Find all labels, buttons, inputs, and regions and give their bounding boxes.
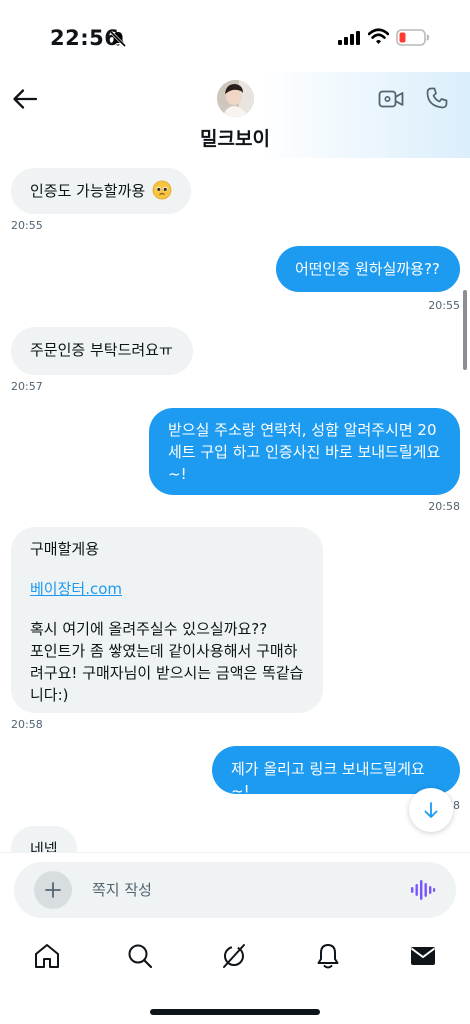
bottom-navigation (0, 928, 470, 1024)
avatar[interactable] (217, 80, 254, 117)
home-indicator (150, 1009, 320, 1015)
home-icon[interactable] (32, 941, 62, 971)
battery-low-icon (396, 29, 430, 46)
message-line: 받으실 주소랑 연락처, 성함 알려주시면 20 (168, 421, 437, 439)
composer (14, 862, 456, 918)
video-call-icon[interactable] (378, 88, 404, 110)
message-time: 20:58 (428, 500, 460, 513)
back-arrow-icon[interactable] (12, 88, 38, 110)
scrollbar[interactable] (463, 290, 467, 370)
message-line: 세트 구입 하고 인증사진 바로 보내드릴게요 (168, 443, 441, 461)
status-bar: 22:56 (0, 0, 470, 72)
composer-bar (0, 852, 470, 928)
add-media-button[interactable] (34, 871, 72, 909)
message-incoming[interactable]: 네넵 (11, 826, 77, 852)
message-text: 주문인증 부탁드려요ㅠ (30, 341, 173, 359)
plus-icon (45, 882, 61, 898)
message-time: 20:57 (11, 380, 43, 393)
scroll-to-bottom-button[interactable] (409, 788, 453, 832)
message-incoming[interactable]: 인증도 가능할까용 (11, 168, 191, 214)
message-outgoing[interactable]: 제가 올리고 링크 보내드릴게요~! (212, 746, 460, 800)
message-line: 구매할게용 (30, 540, 100, 558)
message-link[interactable]: 베이장터.com (30, 578, 304, 600)
message-line: 려구요! 구매자님이 받으시는 금액은 똑같습 (30, 664, 304, 682)
grok-icon[interactable] (219, 941, 249, 971)
message-input[interactable] (92, 879, 392, 901)
search-icon[interactable] (125, 941, 155, 971)
message-outgoing[interactable]: 어떤인증 원하실까용?? (276, 246, 460, 292)
message-text: 어떤인증 원하실까용?? (295, 260, 440, 278)
notifications-icon[interactable] (313, 941, 343, 971)
message-time: 20:58 (11, 718, 43, 731)
cellular-signal-icon (338, 31, 360, 45)
messages-icon[interactable] (408, 941, 438, 971)
message-line: ~! (168, 465, 187, 483)
message-line: 니다:) (30, 686, 69, 704)
chat-header: 밀크보이 (0, 72, 470, 158)
message-outgoing[interactable]: 받으실 주소랑 연락처, 성함 알려주시면 20 세트 구입 하고 인증사진 바… (149, 408, 460, 495)
message-incoming[interactable]: 주문인증 부탁드려요ㅠ (11, 327, 193, 375)
chat-title[interactable]: 밀크보이 (0, 124, 470, 151)
bell-off-icon (109, 30, 127, 48)
pleading-face-emoji-icon (152, 180, 172, 200)
message-text: 네넵 (30, 840, 58, 852)
phone-call-icon[interactable] (425, 86, 449, 110)
message-text: 인증도 가능할까용 (30, 182, 146, 200)
message-text: 제가 올리고 링크 보내드릴게요~! (231, 760, 425, 800)
message-list[interactable]: 인증도 가능할까용 20:55 어떤인증 원하실까용?? 20:55 주문인증 … (0, 158, 470, 852)
wifi-icon (368, 28, 389, 44)
message-time: 20:55 (11, 219, 43, 232)
voice-message-icon[interactable] (410, 878, 436, 902)
message-time: 20:55 (428, 299, 460, 312)
message-line: 혹시 여기에 올려주실수 있으실까요?? (30, 620, 268, 638)
message-incoming[interactable]: 구매할게용 베이장터.com 혹시 여기에 올려주실수 있으실까요?? 포인트가… (11, 527, 323, 713)
arrow-down-icon (424, 802, 438, 818)
message-line: 포인트가 좀 쌓였는데 같이사용해서 구매하 (30, 642, 298, 660)
